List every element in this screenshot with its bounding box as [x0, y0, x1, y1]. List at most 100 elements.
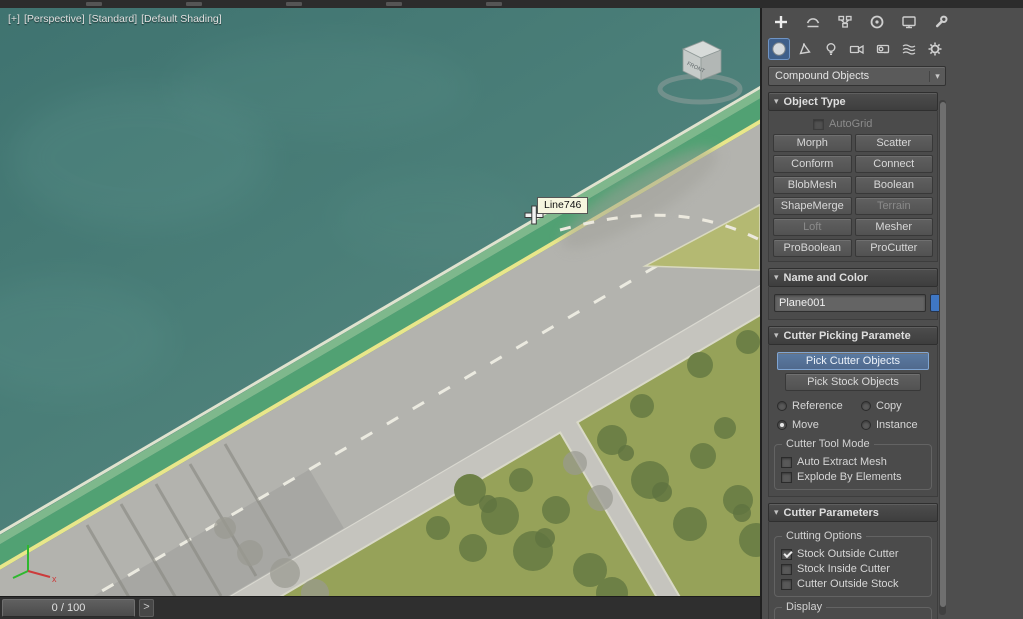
viewport-scene[interactable]: FRONT x	[0, 8, 760, 596]
motion-tab[interactable]	[866, 11, 888, 33]
boolean-button[interactable]: Boolean	[854, 176, 933, 194]
viewport-renderer-menu[interactable]: [Standard]	[89, 13, 137, 25]
terrain-button: Terrain	[854, 197, 933, 215]
light-bulb-icon	[826, 43, 836, 56]
helpers-tape-icon	[876, 44, 890, 54]
viewport-label: [+] [Perspective] [Standard] [Default Sh…	[8, 13, 222, 25]
display-monitor-icon	[902, 16, 916, 29]
conform-button[interactable]: Conform	[773, 155, 852, 173]
proboolean-button[interactable]: ProBoolean	[773, 239, 852, 257]
cutter-picking-rollout: ▾ Cutter Picking Paramete Pick Cutter Ob…	[768, 326, 938, 497]
shapemerge-button[interactable]: ShapeMerge	[773, 197, 852, 215]
spacewarps-category[interactable]	[898, 38, 920, 60]
rollout-open-icon: ▾	[774, 272, 779, 282]
time-slider: 0 / 100 >	[0, 596, 760, 619]
move-radio[interactable]: Move	[777, 419, 857, 431]
explode-by-elements-checkbox[interactable]: Explode By Elements	[781, 471, 925, 483]
radio-label: Instance	[876, 419, 918, 431]
hierarchy-tab[interactable]	[834, 11, 856, 33]
copy-radio[interactable]: Copy	[861, 400, 929, 412]
geometry-category[interactable]	[768, 38, 790, 60]
display-group: Display Result Operands	[774, 601, 932, 619]
cutter-parameters-rollout-header[interactable]: ▾ Cutter Parameters	[768, 503, 938, 522]
stock-outside-cutter-checkbox[interactable]: Stock Outside Cutter	[781, 548, 925, 560]
dropdown-value: Compound Objects	[775, 70, 870, 82]
radio-circle	[861, 401, 871, 411]
instance-radio[interactable]: Instance	[861, 419, 929, 431]
helpers-category[interactable]	[872, 38, 894, 60]
checkbox-box	[781, 471, 792, 483]
rollout-open-icon: ▾	[774, 330, 779, 340]
loft-button: Loft	[773, 218, 852, 236]
panel-scrollbar[interactable]	[939, 100, 946, 615]
radio-label: Reference	[792, 400, 843, 412]
chevron-down-icon: ▾	[929, 70, 945, 82]
object-name-input[interactable]	[774, 294, 926, 312]
procutter-button[interactable]: ProCutter	[854, 239, 933, 257]
cameras-category[interactable]	[846, 38, 868, 60]
group-title: Cutting Options	[782, 530, 866, 542]
name-color-rollout-header[interactable]: ▾ Name and Color	[768, 268, 938, 287]
checkbox-box	[781, 456, 792, 468]
name-color-rollout: ▾ Name and Color	[768, 268, 946, 320]
next-frame-button[interactable]: >	[139, 599, 154, 617]
modify-tab[interactable]	[802, 11, 824, 33]
morph-button[interactable]: Morph	[773, 134, 852, 152]
viewport-shading-menu[interactable]: [Default Shading]	[141, 13, 222, 25]
utilities-tab[interactable]	[930, 11, 952, 33]
hierarchy-icon	[838, 15, 852, 28]
rollout-title: Cutter Picking Paramete	[783, 329, 911, 342]
checkbox-label: Cutter Outside Stock	[797, 578, 899, 590]
toolbar-tick	[386, 2, 402, 6]
modify-icon	[806, 18, 820, 28]
toolbar-tick	[86, 2, 102, 6]
shapes-category[interactable]	[794, 38, 816, 60]
scrollbar-thumb[interactable]	[939, 102, 946, 607]
mesher-button[interactable]: Mesher	[854, 218, 933, 236]
rollout-stack: ▾ Object Type AutoGrid Morph Scatter Con…	[768, 92, 946, 619]
toolbar-tick	[286, 2, 302, 6]
camera-icon	[849, 44, 864, 55]
cutter-tool-mode-group: Cutter Tool Mode Auto Extract Mesh Explo…	[774, 438, 932, 490]
object-type-rollout-header[interactable]: ▾ Object Type	[768, 92, 938, 111]
checkbox-label: AutoGrid	[829, 118, 873, 130]
reference-radio[interactable]: Reference	[777, 400, 857, 412]
rollout-title: Name and Color	[783, 271, 868, 284]
viewport-general-menu[interactable]: [+]	[8, 13, 20, 25]
lights-category[interactable]	[820, 38, 842, 60]
object-type-rollout: ▾ Object Type AutoGrid Morph Scatter Con…	[768, 92, 938, 262]
radio-circle	[777, 420, 787, 430]
display-tab[interactable]	[898, 11, 920, 33]
pick-cutter-objects-button[interactable]: Pick Cutter Objects	[777, 352, 929, 370]
scatter-button[interactable]: Scatter	[854, 134, 933, 152]
systems-category[interactable]	[924, 38, 946, 60]
subcategory-dropdown[interactable]: Compound Objects ▾	[768, 66, 946, 86]
perspective-viewport[interactable]: FRONT x [+] [Perspective] [Standard] [De…	[0, 8, 760, 596]
radio-circle	[777, 401, 787, 411]
toolbar-edge	[0, 0, 1023, 8]
systems-gear-icon	[928, 42, 942, 56]
viewport-pov-menu[interactable]: [Perspective]	[24, 13, 85, 25]
blobmesh-button[interactable]: BlobMesh	[773, 176, 852, 194]
create-tab[interactable]	[770, 11, 792, 33]
cutter-outside-stock-checkbox[interactable]: Cutter Outside Stock	[781, 578, 925, 590]
shapes-spline-icon	[799, 43, 811, 55]
time-slider-handle[interactable]: 0 / 100	[2, 599, 135, 617]
create-categories	[762, 36, 1023, 62]
rollout-title: Cutter Parameters	[783, 506, 879, 519]
connect-button[interactable]: Connect	[854, 155, 933, 173]
pick-stock-objects-button[interactable]: Pick Stock Objects	[785, 373, 921, 391]
stock-inside-cutter-checkbox[interactable]: Stock Inside Cutter	[781, 563, 925, 575]
auto-extract-mesh-checkbox[interactable]: Auto Extract Mesh	[781, 456, 925, 468]
radio-label: Move	[792, 419, 819, 431]
cutter-picking-rollout-header[interactable]: ▾ Cutter Picking Paramete	[768, 326, 938, 345]
group-title: Cutter Tool Mode	[782, 438, 874, 450]
radio-label: Copy	[876, 400, 902, 412]
object-tooltip: Line746	[537, 197, 589, 214]
motion-icon	[870, 15, 884, 29]
checkbox-box	[781, 563, 792, 575]
autogrid-checkbox[interactable]: AutoGrid	[813, 118, 931, 130]
group-title: Display	[782, 601, 827, 613]
checkbox-box	[781, 578, 792, 590]
toolbar-tick	[186, 2, 202, 6]
